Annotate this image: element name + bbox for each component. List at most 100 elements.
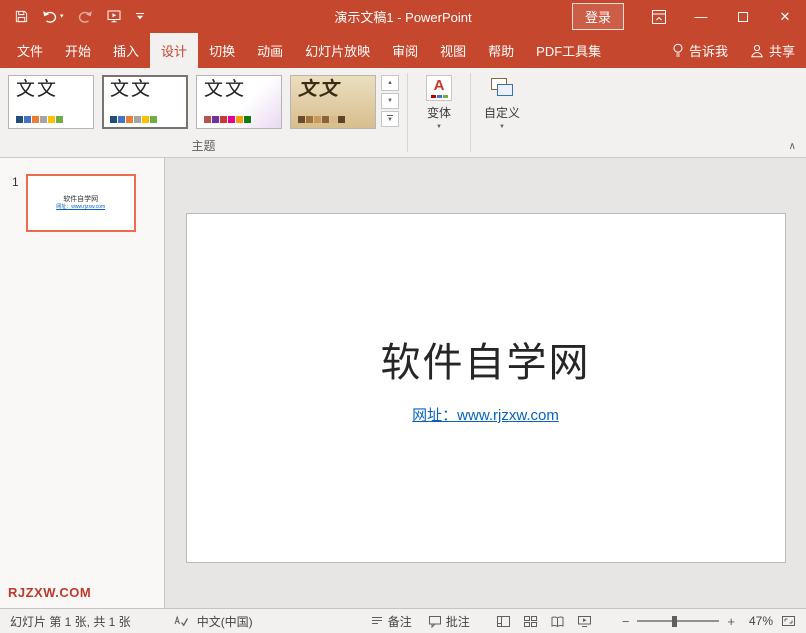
zoom-controls: − + 47% [622, 614, 796, 628]
theme-thumbnail[interactable]: 文文 [290, 75, 376, 129]
zoom-in-button[interactable]: + [727, 615, 735, 628]
tab-share[interactable]: 共享 [739, 33, 806, 68]
palette-swatch [24, 116, 31, 123]
zoom-slider-thumb[interactable] [672, 616, 677, 627]
customize-label: 自定义 [484, 104, 520, 121]
theme-palette [16, 116, 86, 123]
palette-swatch [314, 116, 321, 123]
zoom-level[interactable]: 47% [743, 614, 773, 628]
slide-title-textbox[interactable]: 软件自学网 [381, 330, 591, 388]
theme-preview-text: 文文 [204, 80, 274, 100]
titlebar-right-controls: 登录 — ✕ [572, 0, 806, 33]
tab-transitions[interactable]: 切换 [198, 33, 246, 68]
tab-home[interactable]: 开始 [54, 33, 102, 68]
variants-button[interactable]: A 变体 ▼ [414, 68, 464, 157]
spell-check-icon [173, 614, 189, 628]
variants-icon: A [426, 75, 452, 101]
statusbar-right: 备注 批注 [370, 613, 796, 630]
save-button[interactable] [14, 9, 29, 24]
tab-slideshow[interactable]: 幻灯片放映 [294, 33, 381, 68]
palette-swatch [118, 116, 125, 123]
close-button[interactable]: ✕ [764, 0, 806, 33]
view-buttons [496, 615, 592, 628]
themes-gallery: 文文 文文 文文 文文 [8, 75, 376, 129]
tab-file[interactable]: 文件 [6, 33, 54, 68]
palette-swatch [56, 116, 63, 123]
spell-check-button[interactable] [173, 614, 189, 628]
fit-slide-to-window-button[interactable] [781, 615, 796, 627]
palette-swatch [244, 116, 251, 123]
palette-swatch [40, 116, 47, 123]
palette-swatch [126, 116, 133, 123]
palette-swatch [134, 116, 141, 123]
undo-dropdown-icon[interactable]: ▾ [60, 13, 64, 20]
slideshow-view-button[interactable] [577, 615, 592, 628]
watermark-text: RJZXW.COM [8, 585, 91, 600]
slide-hyperlink[interactable]: 网址：www.rjzxw.com [412, 404, 559, 425]
ribbon-design: 文文 文文 文文 文文 [0, 68, 806, 158]
maximize-button[interactable] [722, 0, 764, 33]
redo-button[interactable] [77, 10, 93, 24]
ribbon-tab-bar: 文件 开始 插入 设计 切换 动画 幻灯片放映 审阅 视图 帮助 PDF工具集 … [0, 33, 806, 68]
palette-swatch [338, 116, 345, 123]
theme-preview-text: 文文 [16, 80, 86, 100]
maximize-icon [738, 12, 748, 22]
qat-dropdown-icon [135, 12, 145, 21]
themes-scroll-down-button[interactable]: ▼ [381, 93, 399, 109]
tab-tell-me[interactable]: 告诉我 [661, 33, 739, 68]
collapse-ribbon-button[interactable]: ∧ [789, 141, 796, 152]
variants-letter: A [434, 78, 445, 93]
palette-swatch [220, 116, 227, 123]
zoom-slider[interactable] [637, 615, 719, 627]
notes-label: 备注 [388, 613, 412, 630]
tab-pdf-tools[interactable]: PDF工具集 [525, 33, 612, 68]
start-slideshow-icon [106, 9, 122, 24]
palette-swatch [150, 116, 157, 123]
zoom-out-button[interactable]: − [622, 615, 630, 628]
themes-gallery-controls: ▲ ▼ ▼ [381, 75, 399, 127]
tab-review[interactable]: 审阅 [381, 33, 429, 68]
theme-thumbnail-selected[interactable]: 文文 [102, 75, 188, 129]
tab-insert[interactable]: 插入 [102, 33, 150, 68]
signin-button[interactable]: 登录 [572, 3, 624, 30]
customize-button[interactable]: 自定义 ▼ [477, 68, 527, 157]
undo-button[interactable]: ▾ [42, 10, 64, 24]
ribbon-display-options-icon [651, 9, 667, 25]
tab-help[interactable]: 帮助 [477, 33, 525, 68]
tab-animations[interactable]: 动画 [246, 33, 294, 68]
themes-more-button[interactable]: ▼ [381, 111, 399, 127]
slide-thumbnail[interactable]: 软件自学网 网址：www.rjzxw.com [26, 174, 136, 232]
tab-design[interactable]: 设计 [150, 33, 198, 68]
minimize-icon: — [695, 10, 708, 23]
theme-palette [298, 116, 368, 123]
palette-swatch [228, 116, 235, 123]
close-icon: ✕ [780, 10, 791, 23]
minimize-button[interactable]: — [680, 0, 722, 33]
status-language[interactable]: 中文(中国) [197, 613, 253, 630]
tab-share-label: 共享 [769, 41, 795, 60]
fit-window-icon [781, 615, 796, 627]
comments-label: 批注 [446, 613, 470, 630]
palette-swatch [212, 116, 219, 123]
customize-qat-button[interactable] [135, 12, 145, 21]
normal-view-button[interactable] [496, 615, 511, 628]
palette-swatch [298, 116, 305, 123]
slide-canvas[interactable]: 软件自学网 网址：www.rjzxw.com [186, 213, 786, 563]
themes-scroll-up-button[interactable]: ▲ [381, 75, 399, 91]
theme-thumbnail[interactable]: 文文 [8, 75, 94, 129]
theme-thumbnail[interactable]: 文文 [196, 75, 282, 129]
ribbon-display-options-button[interactable] [638, 0, 680, 33]
tab-view[interactable]: 视图 [429, 33, 477, 68]
start-slideshow-button[interactable] [106, 9, 122, 24]
comments-button[interactable]: 批注 [428, 613, 470, 630]
comments-icon [428, 615, 442, 628]
slide-sorter-view-button[interactable] [523, 615, 538, 628]
main-content: 1 软件自学网 网址：www.rjzxw.com RJZXW.COM 软件自学网… [0, 158, 806, 608]
palette-swatch [236, 116, 243, 123]
palette-swatch [48, 116, 55, 123]
reading-view-button[interactable] [550, 615, 565, 628]
slide-editor-area: 软件自学网 网址：www.rjzxw.com [165, 158, 806, 608]
notes-button[interactable]: 备注 [370, 613, 412, 630]
slide-thumbnails-panel: 1 软件自学网 网址：www.rjzxw.com RJZXW.COM [0, 158, 165, 608]
undo-icon [42, 10, 58, 24]
